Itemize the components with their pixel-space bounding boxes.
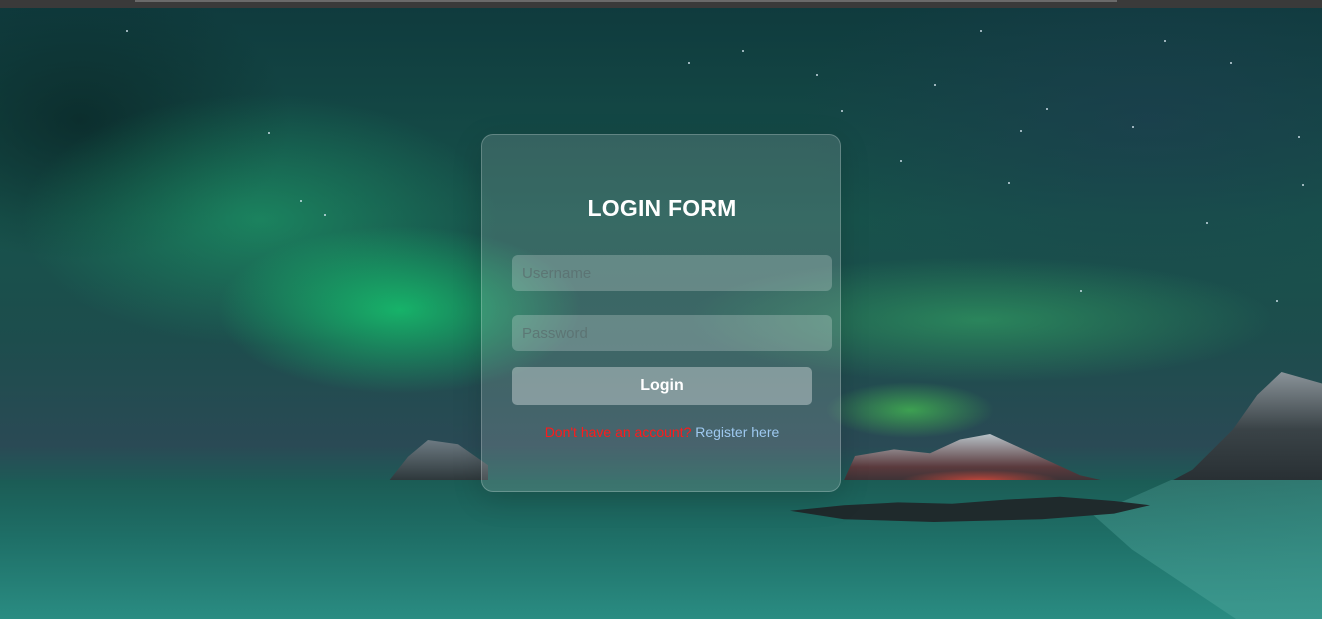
login-button[interactable]: Login bbox=[512, 367, 812, 405]
star bbox=[126, 30, 128, 32]
star bbox=[900, 160, 902, 162]
star bbox=[300, 200, 302, 202]
aurora-background: LOGIN FORM Login Don't have an account? … bbox=[0, 0, 1322, 619]
star bbox=[1230, 62, 1232, 64]
star bbox=[1132, 126, 1134, 128]
star bbox=[1206, 222, 1208, 224]
star bbox=[980, 30, 982, 32]
star bbox=[1298, 136, 1300, 138]
star bbox=[1020, 130, 1022, 132]
star bbox=[841, 110, 843, 112]
sea bbox=[0, 480, 1322, 619]
star bbox=[934, 84, 936, 86]
star bbox=[816, 74, 818, 76]
register-prompt: Don't have an account? bbox=[544, 424, 692, 440]
mountain-left bbox=[388, 440, 488, 482]
star bbox=[688, 62, 690, 64]
register-link[interactable]: Register here bbox=[695, 424, 779, 440]
password-input[interactable] bbox=[512, 315, 832, 351]
star bbox=[1046, 108, 1048, 110]
register-line: Don't have an account? Register here bbox=[482, 424, 842, 440]
username-input[interactable] bbox=[512, 255, 832, 291]
star bbox=[1080, 290, 1082, 292]
star bbox=[324, 214, 326, 216]
mountain-right bbox=[1160, 372, 1322, 487]
star bbox=[1276, 300, 1278, 302]
star bbox=[1164, 40, 1166, 42]
form-title: LOGIN FORM bbox=[587, 195, 737, 221]
login-card: LOGIN FORM Login Don't have an account? … bbox=[481, 134, 841, 492]
star bbox=[742, 50, 744, 52]
star bbox=[268, 132, 270, 134]
star bbox=[1302, 184, 1304, 186]
browser-top-bar bbox=[0, 0, 1322, 8]
star bbox=[1008, 182, 1010, 184]
